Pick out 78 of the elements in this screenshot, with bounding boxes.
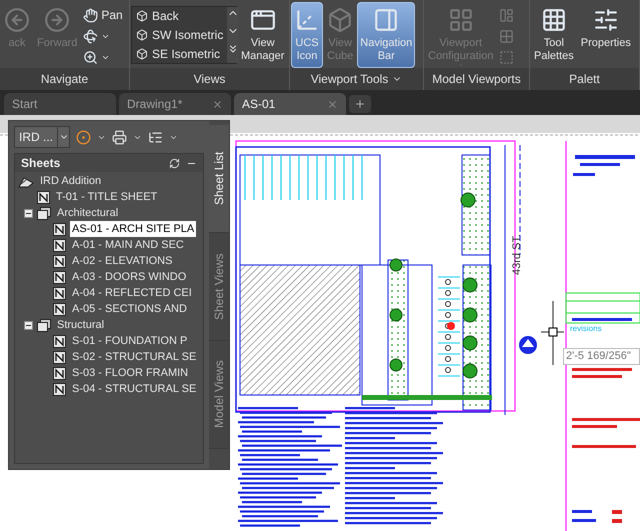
cube-icon bbox=[136, 48, 148, 60]
side-tab[interactable]: Model Views bbox=[209, 341, 229, 449]
panel-title-bar: Viewport Tools bbox=[290, 68, 423, 90]
bar-icon bbox=[373, 7, 400, 33]
file-tab[interactable]: Start bbox=[4, 93, 116, 115]
tree-item[interactable]: T-01 - TITLE SHEET bbox=[54, 188, 160, 206]
sheet-icon bbox=[53, 366, 66, 380]
sheet-icon bbox=[53, 270, 66, 284]
sheet-icon bbox=[53, 334, 66, 348]
sheet-icon bbox=[53, 350, 66, 364]
tree-item[interactable]: Architectural bbox=[55, 204, 120, 222]
file-tab[interactable]: Drawing1* bbox=[119, 93, 231, 115]
revisions-label: revisions bbox=[570, 324, 602, 333]
orbit-icon bbox=[83, 28, 98, 44]
tree-item[interactable]: S-02 - STRUCTURAL SE bbox=[70, 348, 198, 366]
tree-item[interactable]: A-05 - SECTIONS AND bbox=[70, 300, 189, 318]
viewport-icon bbox=[499, 8, 514, 22]
side-tab[interactable]: Sheet Views bbox=[209, 233, 229, 341]
pages-icon bbox=[37, 318, 51, 332]
sheet-set-icon bbox=[18, 174, 34, 188]
sheet-icon bbox=[53, 382, 66, 396]
refresh-icon[interactable] bbox=[169, 158, 180, 168]
panel-title-bar: Model Viewports bbox=[424, 68, 529, 90]
pages-icon bbox=[37, 206, 51, 220]
tree-item[interactable]: A-03 - DOORS WINDO bbox=[70, 268, 188, 286]
tree-item[interactable]: S-04 - STRUCTURAL SE bbox=[70, 380, 198, 398]
ribbon-button[interactable]: UCS Icon bbox=[291, 2, 323, 68]
street-label: 43rd ST. bbox=[511, 234, 523, 275]
square-icon bbox=[499, 50, 514, 64]
file-tab[interactable]: AS-01 bbox=[234, 93, 346, 115]
ribbon-button[interactable]: Properties bbox=[578, 2, 634, 68]
sheet-icon bbox=[53, 286, 66, 300]
tree-item[interactable]: A-02 - ELEVATIONS bbox=[70, 252, 174, 270]
ribbon-button[interactable]: Navigation Bar bbox=[357, 2, 416, 68]
tree-item[interactable]: S-03 - FLOOR FRAMIN bbox=[70, 364, 190, 382]
color-wheel-icon[interactable] bbox=[76, 130, 91, 144]
compass-icon bbox=[519, 336, 537, 354]
sheet-icon bbox=[53, 238, 66, 252]
list-tree-icon[interactable] bbox=[148, 130, 163, 144]
dimension-tooltip: 2'-5 169/256" bbox=[563, 348, 640, 365]
new-tab-button[interactable] bbox=[349, 95, 371, 113]
panel-title-bar: Views bbox=[130, 68, 289, 90]
sliders-icon bbox=[592, 7, 619, 33]
tree-item[interactable]: IRD Addition bbox=[38, 172, 104, 190]
sheets-header: Sheets bbox=[21, 155, 60, 172]
crosshair-cursor-icon bbox=[540, 300, 564, 366]
expand-toggle[interactable] bbox=[24, 320, 33, 330]
tree-item[interactable]: A-04 - REFLECTED CEI bbox=[70, 284, 194, 302]
sheet-icon bbox=[37, 190, 50, 204]
plus-icon bbox=[354, 98, 366, 110]
panel-title-bar: Navigate bbox=[0, 68, 129, 90]
cube-icon bbox=[136, 10, 148, 22]
ribbon-button[interactable]: Tool Palettes bbox=[531, 2, 577, 68]
close-icon[interactable] bbox=[212, 98, 223, 110]
sheet-set-dropdown[interactable]: IRD ... bbox=[14, 126, 70, 148]
hand-icon bbox=[83, 8, 98, 22]
zoom-icon bbox=[83, 50, 98, 64]
view-list-item[interactable]: SE Isometric bbox=[132, 44, 228, 64]
cube-icon bbox=[327, 7, 354, 33]
cube-icon bbox=[136, 29, 148, 41]
tree-item[interactable]: A-01 - MAIN AND SEC bbox=[70, 236, 186, 254]
sheet-icon bbox=[53, 302, 66, 316]
tree-item[interactable]: Structural bbox=[55, 316, 106, 334]
panel-title-bar: Palett bbox=[530, 68, 639, 90]
ribbon-button[interactable]: View Manager bbox=[238, 2, 288, 68]
ribbon-small-button[interactable]: Pan bbox=[81, 6, 125, 24]
sheet-icon bbox=[53, 254, 66, 268]
tree-item[interactable]: AS-01 - ARCH SITE PLA bbox=[70, 220, 196, 238]
printer-icon[interactable] bbox=[112, 130, 127, 144]
view-list-item[interactable]: Back bbox=[132, 7, 228, 26]
grid-icon bbox=[499, 28, 514, 44]
palette-icon bbox=[540, 7, 567, 33]
tree-item[interactable]: S-01 - FOUNDATION P bbox=[70, 332, 190, 350]
side-tab[interactable]: Sheet List bbox=[209, 125, 229, 233]
view-list-item[interactable]: SW Isometric bbox=[132, 26, 228, 44]
expand-toggle[interactable] bbox=[24, 208, 33, 218]
grid-icon bbox=[448, 7, 474, 33]
sheet-icon bbox=[53, 222, 66, 236]
